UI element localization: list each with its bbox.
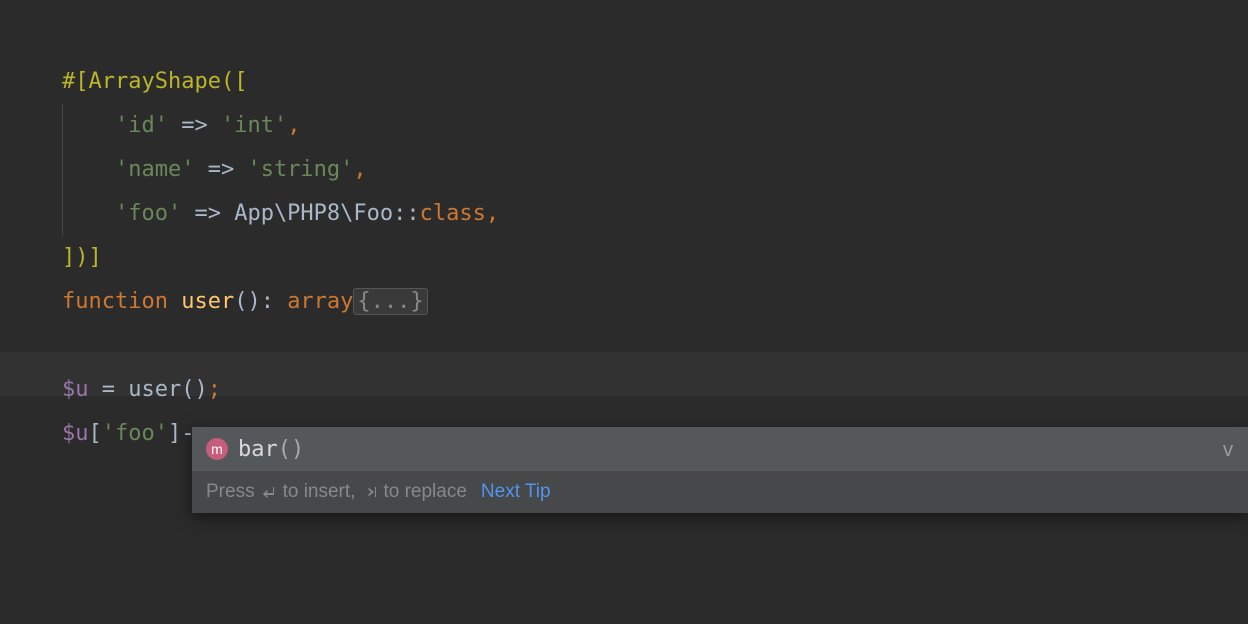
- hint-text-insert: to insert,: [283, 481, 356, 503]
- enter-key-icon: [259, 482, 279, 502]
- comma: ,: [353, 157, 366, 182]
- paren-bracket: ([: [221, 69, 248, 94]
- function-keyword: function: [62, 289, 181, 314]
- attribute-close: ])]: [62, 245, 102, 270]
- return-type: array: [287, 289, 353, 314]
- autocomplete-item[interactable]: m bar() v: [192, 427, 1248, 471]
- attribute-open: #[: [62, 69, 89, 94]
- autocomplete-popup: m bar() v Press to insert, to replace Ne…: [192, 427, 1248, 513]
- bracket-open: [: [89, 421, 102, 446]
- array-key: 'foo': [102, 421, 168, 446]
- next-tip-link[interactable]: Next Tip: [481, 481, 551, 503]
- code-editor[interactable]: #[ArrayShape([ 'id' => 'int', 'name' => …: [0, 0, 1248, 456]
- code-line-3[interactable]: 'name' => 'string',: [62, 148, 1248, 192]
- folded-body[interactable]: {...}: [353, 288, 427, 315]
- attribute-name: ArrayShape: [89, 69, 221, 94]
- code-line-4[interactable]: 'foo' => App\PHP8\Foo::class,: [62, 192, 1248, 236]
- function-call: user(): [128, 377, 207, 402]
- assign: =: [89, 377, 129, 402]
- code-line-8[interactable]: $u = user();: [62, 368, 1248, 412]
- indent: [62, 157, 115, 182]
- method-name: bar(): [238, 437, 304, 462]
- code-line-6[interactable]: function user(): array{...}: [62, 280, 1248, 324]
- array-value: 'int': [221, 113, 287, 138]
- return-type: v: [1222, 437, 1234, 461]
- comma: ,: [486, 201, 499, 226]
- params: ():: [234, 289, 287, 314]
- class-keyword: class: [420, 201, 486, 226]
- array-key: 'foo': [115, 201, 181, 226]
- namespace: App\PHP8\Foo::: [234, 201, 419, 226]
- indent: [62, 201, 115, 226]
- function-name: user: [181, 289, 234, 314]
- code-line-1[interactable]: #[ArrayShape([: [62, 60, 1248, 104]
- hint-text-replace: to replace: [383, 481, 466, 503]
- array-key: 'name': [115, 157, 194, 182]
- arrow: =>: [194, 157, 247, 182]
- method-icon: m: [206, 438, 228, 460]
- autocomplete-hint-bar: Press to insert, to replace Next Tip: [192, 471, 1248, 513]
- hint-text-press: Press: [206, 481, 255, 503]
- comma: ,: [287, 113, 300, 138]
- arrow: =>: [181, 201, 234, 226]
- array-key: 'id': [115, 113, 168, 138]
- code-line-5[interactable]: ])]: [62, 236, 1248, 280]
- arrow: =>: [168, 113, 221, 138]
- code-line-2[interactable]: 'id' => 'int',: [62, 104, 1248, 148]
- semicolon: ;: [208, 377, 221, 402]
- variable: $u: [62, 377, 89, 402]
- variable: $u: [62, 421, 89, 446]
- indent: [62, 113, 115, 138]
- array-value: 'string': [247, 157, 353, 182]
- tab-key-icon: [359, 482, 379, 502]
- code-line-7-empty[interactable]: [62, 324, 1248, 368]
